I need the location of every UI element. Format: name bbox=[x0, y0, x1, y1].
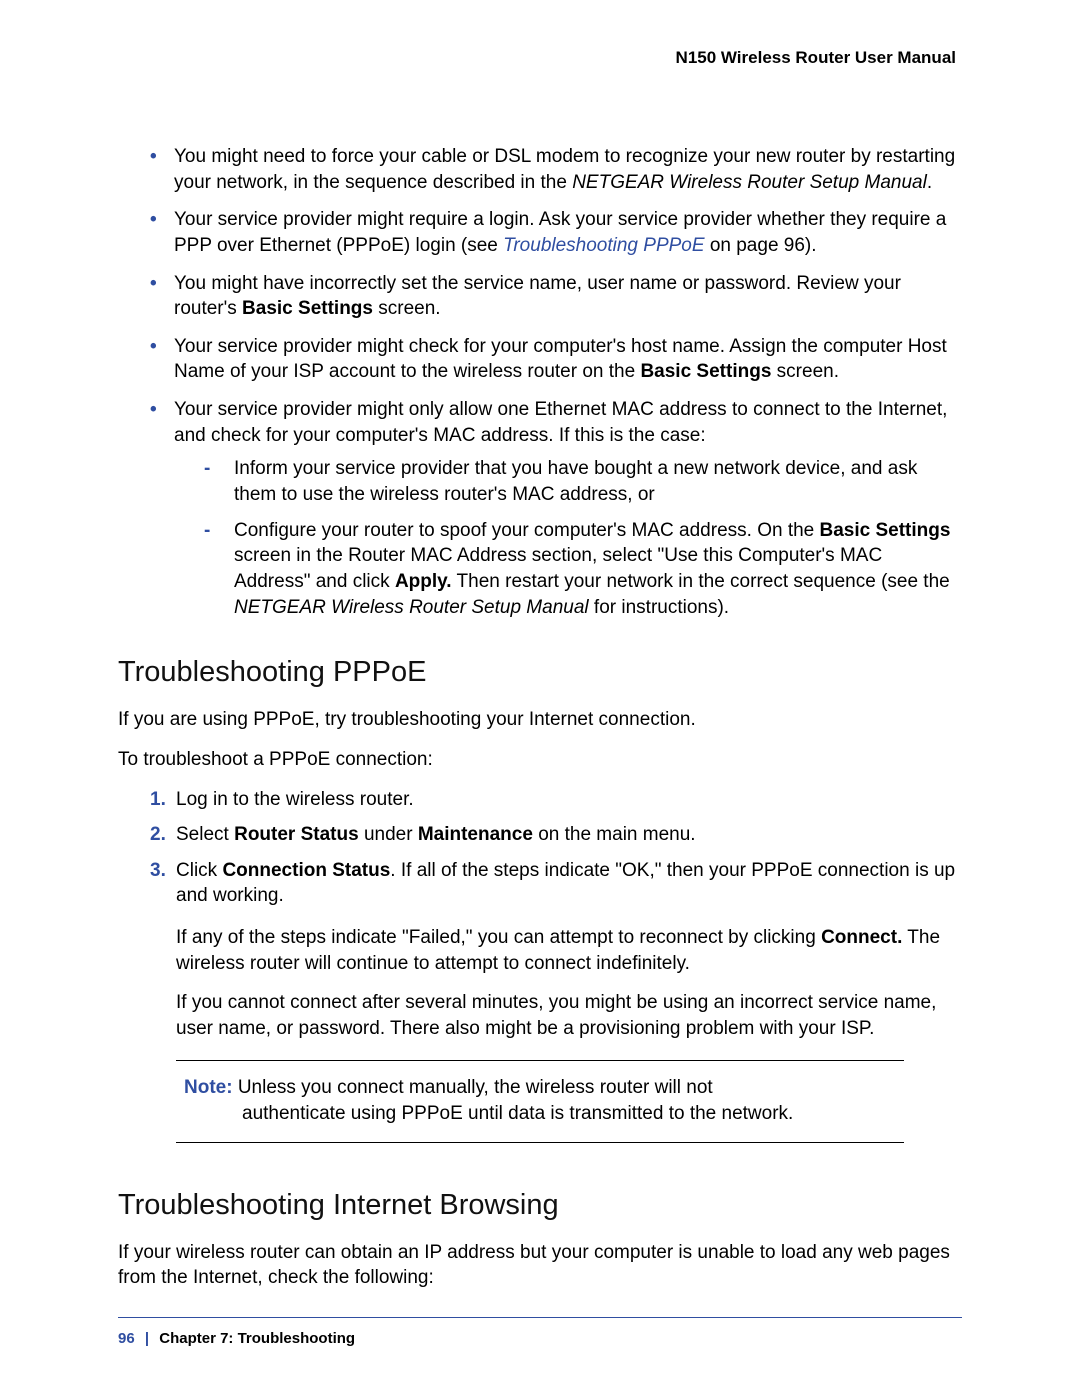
page: N150 Wireless Router User Manual You mig… bbox=[0, 0, 1080, 1397]
manual-title: N150 Wireless Router User Manual bbox=[676, 48, 956, 67]
link-troubleshooting-pppoe[interactable]: Troubleshooting PPPoE bbox=[503, 235, 704, 256]
paragraph: If any of the steps indicate "Failed," y… bbox=[176, 925, 962, 976]
list-item: Click Connection Status. If all of the s… bbox=[150, 858, 962, 909]
list-item: Select Router Status under Maintenance o… bbox=[150, 822, 962, 848]
chapter-label: Chapter 7: Troubleshooting bbox=[159, 1330, 355, 1347]
list-item: Your service provider might only allow o… bbox=[150, 397, 962, 620]
heading-pppoe: Troubleshooting PPPoE bbox=[118, 656, 962, 689]
paragraph: To troubleshoot a PPPoE connection: bbox=[118, 747, 962, 773]
page-footer: 96 | Chapter 7: Troubleshooting bbox=[118, 1317, 962, 1347]
page-content: You might need to force your cable or DS… bbox=[118, 144, 962, 1291]
list-item: You might have incorrectly set the servi… bbox=[150, 271, 962, 322]
note-box: Note: Unless you connect manually, the w… bbox=[176, 1060, 904, 1143]
paragraph: If you cannot connect after several minu… bbox=[176, 990, 962, 1041]
page-header: N150 Wireless Router User Manual bbox=[118, 48, 956, 68]
list-item: Your service provider might check for yo… bbox=[150, 334, 962, 385]
list-item: Log in to the wireless router. bbox=[150, 787, 962, 813]
heading-internet-browsing: Troubleshooting Internet Browsing bbox=[118, 1189, 962, 1222]
paragraph: If your wireless router can obtain an IP… bbox=[118, 1240, 962, 1291]
page-number: 96 bbox=[118, 1330, 135, 1347]
list-item: Configure your router to spoof your comp… bbox=[204, 518, 962, 621]
pppoe-steps: Log in to the wireless router. Select Ro… bbox=[118, 787, 962, 910]
footer-separator: | bbox=[139, 1330, 155, 1347]
list-item: Inform your service provider that you ha… bbox=[204, 456, 962, 507]
list-item: Your service provider might require a lo… bbox=[150, 207, 962, 258]
note-label: Note: bbox=[184, 1077, 238, 1098]
footer-rule bbox=[118, 1317, 962, 1318]
list-item: You might need to force your cable or DS… bbox=[150, 144, 962, 195]
paragraph: If you are using PPPoE, try troubleshoot… bbox=[118, 707, 962, 733]
sub-list: Inform your service provider that you ha… bbox=[174, 456, 962, 620]
troubleshoot-list: You might need to force your cable or DS… bbox=[118, 144, 962, 620]
